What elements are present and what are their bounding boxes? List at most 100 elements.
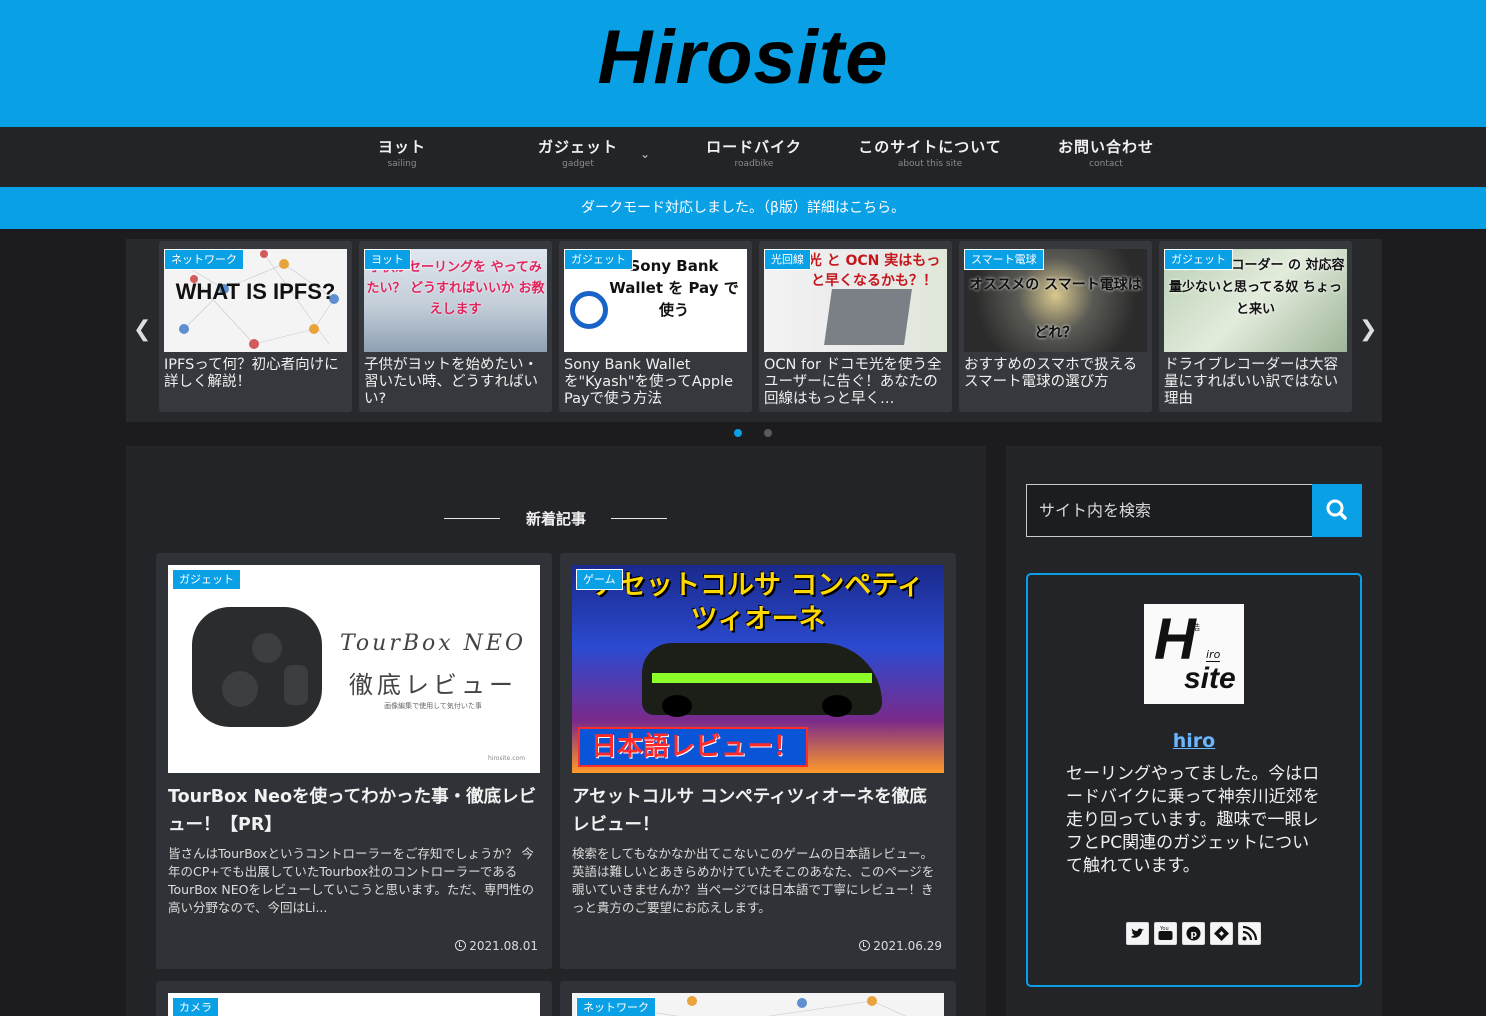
slide-title: IPFSって何？初心者向けに詳しく解説！ (164, 357, 339, 390)
pinterest-icon[interactable]: p (1182, 922, 1205, 945)
clock-icon (455, 940, 467, 951)
slide-title: Sony Bank Wallet を"Kyash"を使ってApple Payで使… (564, 357, 734, 407)
category-badge: スマート電球 (964, 249, 1044, 270)
profile-box: H 浩 iro site hiro セーリングやってました。今はロードバイクに乗… (1026, 573, 1362, 987)
slide-item[interactable]: Sony Bank Wallet を Pay で使う ガジェット Sony Ba… (559, 241, 752, 412)
slide-item[interactable]: ドライブレコーダー の 対応容量少ないと思ってる奴 ちょっと来い ガジェット ド… (1159, 241, 1352, 412)
slide-thumbnail: 光 と OCN 実はもっと早くなるかも？！ 光回線 (764, 249, 947, 352)
slide-thumbnail: 子供がセーリングを やってみたい？ どうすればいいか お教えします ヨット (364, 249, 547, 352)
slide-thumbnail: WHAT IS IPFS? ネットワーク (164, 249, 347, 352)
card-title: アセットコルサ コンペティツィオーネを徹底レビュー！ (572, 787, 927, 835)
clock-icon (859, 940, 871, 951)
category-badge: ヨット (364, 249, 411, 270)
card-thumbnail: TourBox NEO 徹底レビュー 画像編集で使用して気付いた事 hirosi… (168, 565, 540, 773)
card-excerpt: 検索をしてもなかなか出てこないこのゲームの日本語レビュー。英語は難しいとあきらめ… (572, 846, 935, 915)
slide-thumb-text: WHAT IS IPFS? (175, 279, 336, 304)
nav-label: ヨット (377, 138, 426, 156)
site-header: Hirosite (0, 0, 1486, 127)
slide-thumbnail: オススメの スマート電球はどれ？ スマート電球 (964, 249, 1147, 352)
card-date-text: 2021.08.01 (469, 939, 538, 953)
nav-label: このサイトについて (858, 138, 1002, 156)
race-car-image (642, 643, 882, 717)
divider (611, 518, 667, 519)
card-thumb-subtitle: 徹底レビュー (349, 671, 517, 699)
card-date-text: 2021.06.29 (873, 939, 942, 953)
search-icon (1326, 499, 1347, 520)
nav-item-roadbike[interactable]: ロードバイク roadbike (666, 127, 842, 187)
card-title: TourBox Neoを使ってわかった事・徹底レビュー！【PR】 (168, 787, 537, 835)
nav-sub-label: about this site (897, 159, 963, 169)
article-card[interactable]: カメラ (156, 981, 552, 1016)
category-badge: ガジェット (1164, 249, 1233, 270)
site-logo[interactable]: Hirosite (0, 14, 1486, 101)
category-badge: ネットワーク (576, 997, 656, 1016)
card-date: 2021.06.29 (859, 939, 942, 953)
svg-text:p: p (1191, 930, 1198, 940)
category-badge: ガジェット (172, 569, 241, 590)
category-badge: カメラ (172, 997, 219, 1016)
article-card[interactable]: TourBox NEO 徹底レビュー 画像編集で使用して気付いた事 hirosi… (156, 553, 552, 969)
card-thumbnail: カメラ (168, 993, 540, 1016)
slide-item[interactable]: オススメの スマート電球はどれ？ スマート電球 おすすめのスマホで扱えるスマート… (959, 241, 1152, 412)
slide-title: OCN for ドコモ光を使う全ユーザーに告ぐ！あなたの回線はもっと早く… (764, 357, 942, 407)
avatar-iro: iro (1206, 648, 1221, 662)
article-card[interactable]: ネットワーク (560, 981, 956, 1016)
card-thumb-subtitle: 日本語レビュー！ (590, 732, 799, 762)
card-thumbnail: アセットコルサ コンペティツィオーネ 日本語レビュー！ ゲーム (572, 565, 944, 773)
slide-thumbnail: ドライブレコーダー の 対応容量少ないと思ってる奴 ちょっと来い ガジェット (1164, 249, 1347, 352)
card-thumb-title: TourBox NEO (339, 631, 527, 656)
sidebar: H 浩 iro site hiro セーリングやってました。今はロードバイクに乗… (1006, 446, 1382, 1016)
youtube-icon[interactable]: You (1154, 922, 1177, 945)
nav-item-contact[interactable]: お問い合わせ contact (1018, 127, 1194, 187)
tourbox-device-image (192, 607, 322, 727)
slider-dot-active[interactable] (734, 429, 742, 437)
nav-item-about[interactable]: このサイトについて about this site (842, 127, 1018, 187)
card-date: 2021.08.01 (455, 939, 538, 953)
twitter-icon[interactable] (1126, 922, 1149, 945)
slide-thumbnail: Sony Bank Wallet を Pay で使う ガジェット (564, 249, 747, 352)
laptop-image (824, 289, 912, 345)
slide-thumb-text: 光 と OCN 実はもっと早くなるかも？！ (807, 253, 941, 289)
card-excerpt: 皆さんはTourBoxというコントローラーをご存知でしょうか？ 今年のCP+でも… (168, 846, 535, 915)
nav-sub-label: sailing (387, 159, 417, 169)
search-input[interactable] (1026, 484, 1313, 537)
featured-slider: ❮ ❯ WHAT IS IPFS? ネットワーク IPFSって何？初心者向けに詳… (126, 239, 1382, 422)
nav-item-gadget[interactable]: ガジェット gadget ⌄ (490, 127, 666, 187)
chevron-right-icon[interactable]: ❯ (1359, 317, 1377, 342)
avatar: H 浩 iro site (1144, 604, 1244, 704)
rss-icon[interactable] (1238, 922, 1261, 945)
section-title: 新着記事 (525, 510, 586, 528)
slide-thumb-text: オススメの スマート電球はどれ？ (969, 277, 1142, 341)
main-content: 新着記事 TourBox NEO 徹底レビュー 画像編集で使用して気付いた事 h… (126, 446, 986, 1016)
category-badge: 光回線 (764, 249, 811, 270)
nav-label: ロードバイク (706, 138, 802, 156)
slide-item[interactable]: WHAT IS IPFS? ネットワーク IPFSって何？初心者向けに詳しく解説… (159, 241, 352, 412)
slide-item[interactable]: 光 と OCN 実はもっと早くなるかも？！ 光回線 OCN for ドコモ光を使… (759, 241, 952, 412)
card-thumb-url: hirosite.com (488, 755, 526, 762)
article-card[interactable]: アセットコルサ コンペティツィオーネ 日本語レビュー！ ゲーム アセットコルサ … (560, 553, 956, 969)
nav-sub-label: contact (1089, 159, 1123, 169)
nav-item-sailing[interactable]: ヨット sailing (314, 127, 490, 187)
profile-name[interactable]: hiro (1028, 730, 1360, 752)
slide-title: ドライブレコーダーは大容量にすればいい訳ではない理由 (1164, 357, 1339, 407)
nav-sub-label: roadbike (734, 159, 774, 169)
category-badge: ネットワーク (164, 249, 244, 270)
slide-item[interactable]: 子供がセーリングを やってみたい？ どうすればいいか お教えします ヨット 子供… (359, 241, 552, 412)
avatar-kanji: 浩 (1192, 623, 1200, 632)
card-thumb-note: 画像編集で使用して気付いた事 (384, 702, 482, 710)
card-thumb-title: アセットコルサ コンペティツィオーネ (592, 570, 924, 635)
slider-dot[interactable] (764, 429, 772, 437)
chevron-left-icon[interactable]: ❮ (133, 317, 151, 342)
slide-title: おすすめのスマホで扱えるスマート電球の選び方 (964, 357, 1138, 390)
feedly-icon[interactable] (1210, 922, 1233, 945)
card-thumbnail: ネットワーク (572, 993, 944, 1016)
category-badge: ガジェット (564, 249, 633, 270)
category-badge: ゲーム (576, 569, 623, 590)
nav-label: お問い合わせ (1057, 138, 1154, 156)
search-button[interactable] (1312, 484, 1362, 537)
notice-bar[interactable]: ダークモード対応しました。（β版）詳細はこちら。 (0, 187, 1486, 229)
svg-text:You: You (1159, 926, 1169, 932)
slide-title: 子供がヨットを始めたい・習いたい時、どうすればいい? (364, 357, 538, 407)
avatar-site: site (1184, 662, 1236, 695)
wallet-logo-icon (570, 291, 608, 329)
